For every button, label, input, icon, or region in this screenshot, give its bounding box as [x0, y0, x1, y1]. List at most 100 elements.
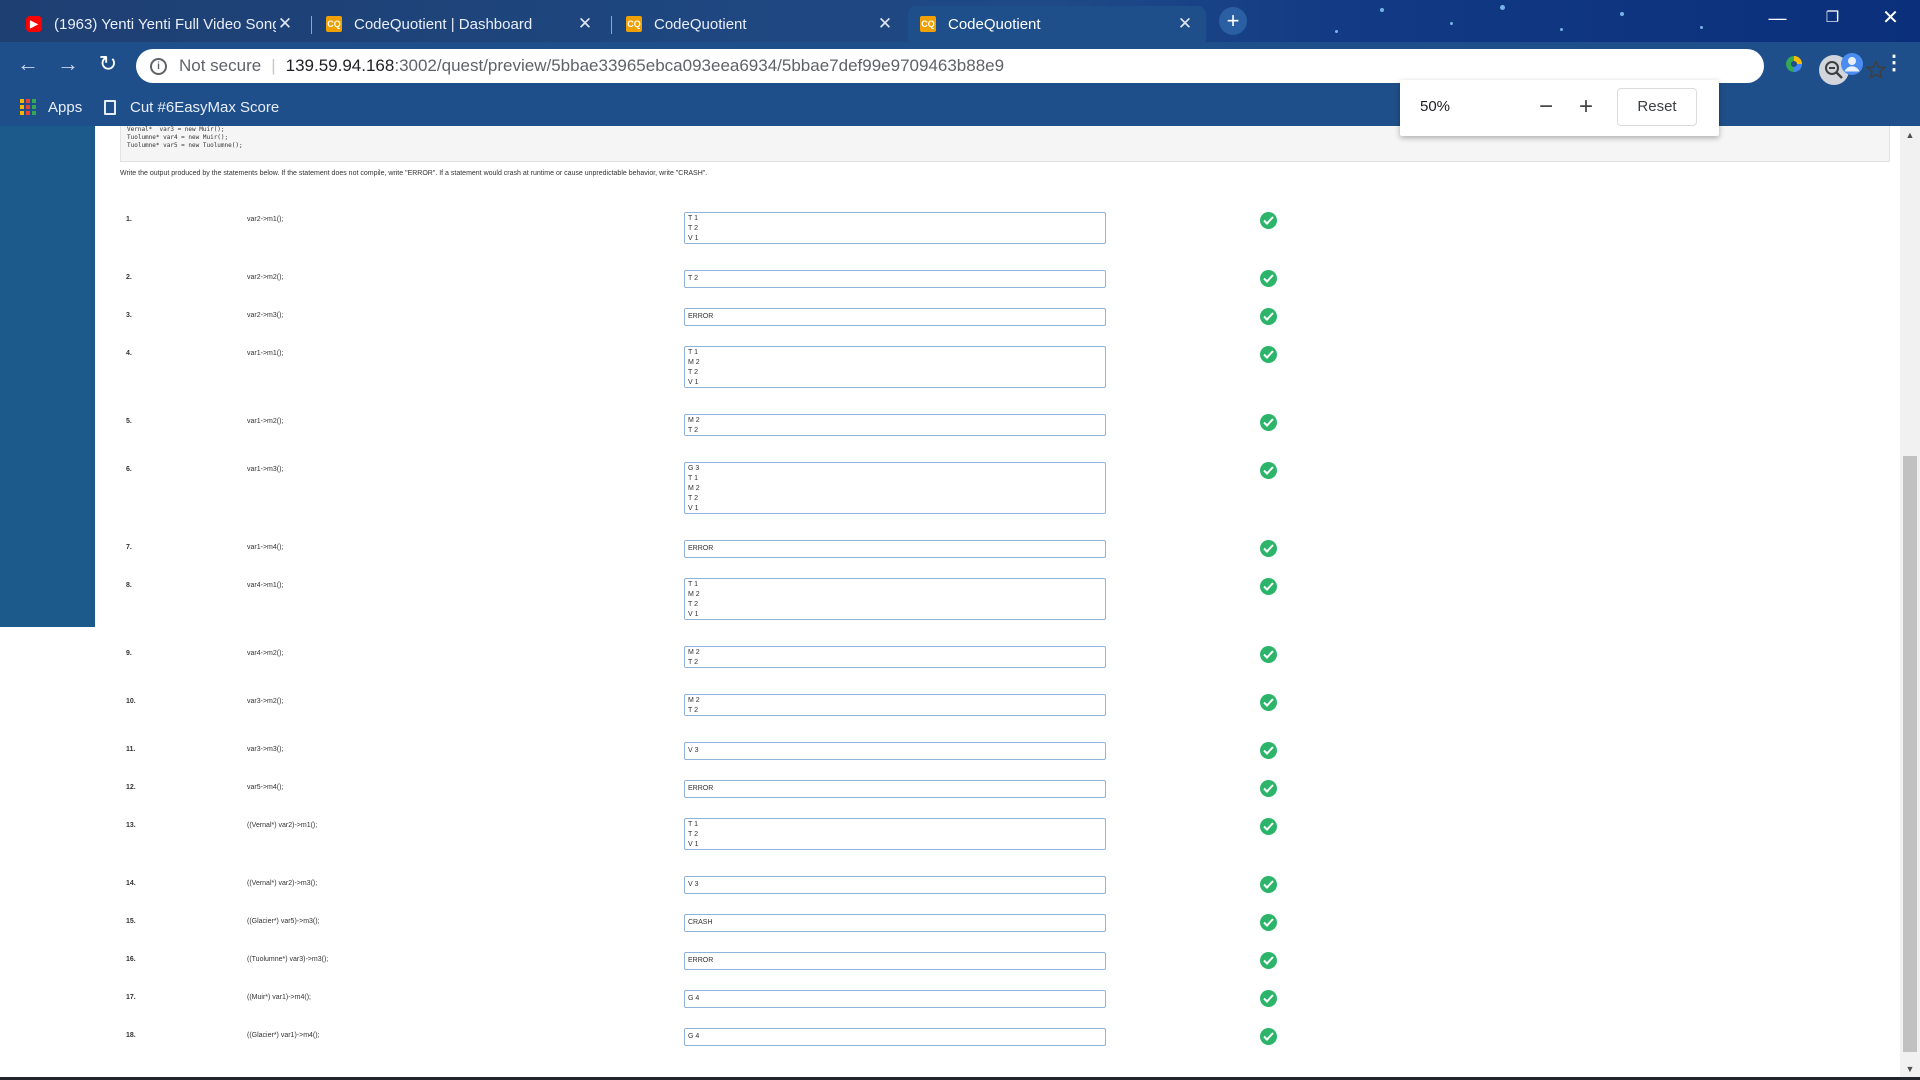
scroll-up-arrow-icon[interactable]: ▲: [1904, 130, 1916, 140]
question-number: 9.: [126, 650, 132, 657]
question-number: 17.: [126, 994, 136, 1001]
answer-input[interactable]: CRASH: [684, 914, 1106, 932]
correct-check-icon: [1260, 462, 1277, 479]
scroll-down-arrow-icon[interactable]: ▼: [1904, 1064, 1916, 1074]
page-sidebar: [0, 126, 95, 627]
tab-codequotient-active[interactable]: CQ CodeQuotient ✕: [908, 6, 1206, 42]
question-statement: var4->m1();: [247, 582, 284, 589]
forward-arrow-icon[interactable]: →: [54, 51, 82, 79]
question-statement: var3->m3();: [247, 746, 284, 753]
question-statement: ((Muir*) var1)->m4();: [247, 994, 311, 1001]
background-sparkle: [1560, 28, 1563, 31]
answer-input[interactable]: ERROR: [684, 540, 1106, 558]
question-number: 14.: [126, 880, 136, 887]
page-scrollbar[interactable]: ▲ ▼: [1900, 126, 1920, 1080]
question-number: 4.: [126, 350, 132, 357]
correct-check-icon: [1260, 780, 1277, 797]
new-tab-button[interactable]: +: [1219, 7, 1247, 35]
question-statement: var2->m3();: [247, 312, 284, 319]
close-icon[interactable]: ✕: [876, 14, 894, 34]
tab-codequotient-dashboard[interactable]: CQ CodeQuotient | Dashboard ✕: [314, 6, 606, 42]
answer-input[interactable]: ERROR: [684, 780, 1106, 798]
answer-input[interactable]: V 3: [684, 742, 1106, 760]
tab-youtube[interactable]: ▶ (1963) Yenti Yenti Full Video Song ✕: [14, 6, 306, 42]
zoom-in-button[interactable]: +: [1570, 92, 1602, 124]
answer-input[interactable]: M 2 T 2: [684, 646, 1106, 668]
address-bar[interactable]: i Not secure | 139.59.94.168 :3002/quest…: [136, 49, 1886, 85]
answer-input[interactable]: T 1 T 2 V 1: [684, 818, 1106, 850]
close-icon[interactable]: ✕: [1176, 14, 1194, 34]
question-statement: var5->m4();: [247, 784, 284, 791]
question-statement: var4->m2();: [247, 650, 284, 657]
answer-input[interactable]: M 2 T 2: [684, 414, 1106, 436]
tab-title: CodeQuotient: [654, 15, 747, 33]
question-statement: ((Tuolumne*) var3)->m3();: [247, 956, 329, 963]
correct-check-icon: [1260, 270, 1277, 287]
youtube-icon: ▶: [26, 16, 42, 32]
close-icon[interactable]: ✕: [276, 14, 294, 34]
question-instructions: Write the output produced by the stateme…: [120, 170, 708, 177]
bookmark-label: Cut #6EasyMax Score: [130, 98, 280, 116]
correct-check-icon: [1260, 914, 1277, 931]
zoom-reset-button[interactable]: Reset: [1617, 88, 1697, 126]
profile-avatar-icon[interactable]: [1838, 50, 1866, 78]
question-number: 16.: [126, 956, 136, 963]
answer-input[interactable]: ERROR: [684, 952, 1106, 970]
question-statement: ((Glacier*) var5)->m3();: [247, 918, 320, 925]
back-arrow-icon[interactable]: ←: [14, 51, 42, 79]
background-sparkle: [1700, 26, 1703, 29]
close-icon[interactable]: ✕: [576, 14, 594, 34]
close-window-icon[interactable]: ✕: [1863, 0, 1918, 38]
answer-input[interactable]: T 2: [684, 270, 1106, 288]
correct-check-icon: [1260, 818, 1277, 835]
menu-kebab-icon[interactable]: ⋮: [1880, 50, 1908, 78]
url-host: 139.59.94.168: [285, 56, 395, 75]
bookmark-cut-6easymax[interactable]: Cut #6EasyMax Score: [104, 88, 279, 126]
codequotient-icon: CQ: [626, 16, 642, 32]
zoom-out-button[interactable]: −: [1530, 92, 1562, 124]
question-number: 3.: [126, 312, 132, 319]
correct-check-icon: [1260, 742, 1277, 759]
answer-input[interactable]: T 1 T 2 V 1: [684, 212, 1106, 244]
codequotient-icon: CQ: [920, 16, 936, 32]
question-statement: ((Glacier*) var1)->m4();: [247, 1032, 320, 1039]
answer-input[interactable]: T 1 M 2 T 2 V 1: [684, 578, 1106, 620]
scrollbar-thumb[interactable]: [1903, 456, 1917, 1052]
bookmark-apps[interactable]: Apps: [20, 88, 82, 126]
restore-icon[interactable]: ❐: [1805, 0, 1860, 38]
answer-input[interactable]: V 3: [684, 876, 1106, 894]
answer-input[interactable]: ERROR: [684, 308, 1106, 326]
info-icon[interactable]: i: [150, 57, 167, 75]
tab-title: CodeQuotient: [948, 15, 1041, 33]
question-number: 10.: [126, 698, 136, 705]
correct-check-icon: [1260, 308, 1277, 325]
question-statement: var3->m2();: [247, 698, 284, 705]
question-number: 7.: [126, 544, 132, 551]
question-statement: var2->m2();: [247, 274, 284, 281]
question-statement: ((Vernal*) var2)->m3();: [247, 880, 318, 887]
code-line: Tuolumne* var5 = new Tuolumne();: [127, 142, 243, 149]
question-statement: var1->m4();: [247, 544, 284, 551]
question-number: 8.: [126, 582, 132, 589]
minimize-icon[interactable]: —: [1750, 0, 1805, 38]
question-statement: var1->m2();: [247, 418, 284, 425]
extension-icon[interactable]: [1780, 50, 1808, 78]
answer-input[interactable]: G 4: [684, 1028, 1106, 1046]
correct-check-icon: [1260, 346, 1277, 363]
answer-input[interactable]: T 1 M 2 T 2 V 1: [684, 346, 1106, 388]
url-path: :3002/quest/preview/5bbae33965ebca093eea…: [394, 56, 1005, 75]
question-number: 15.: [126, 918, 136, 925]
correct-check-icon: [1260, 876, 1277, 893]
correct-check-icon: [1260, 952, 1277, 969]
answer-input[interactable]: G 3 T 1 M 2 T 2 V 1: [684, 462, 1106, 514]
zoom-level: 50%: [1420, 98, 1451, 115]
reload-icon[interactable]: ↻: [94, 51, 122, 79]
tab-codequotient[interactable]: CQ CodeQuotient ✕: [614, 6, 906, 42]
correct-check-icon: [1260, 1028, 1277, 1045]
zoom-popup: 50% − + Reset: [1400, 80, 1719, 136]
tab-divider: [611, 16, 612, 34]
security-label: Not secure: [179, 56, 262, 75]
answer-input[interactable]: G 4: [684, 990, 1106, 1008]
correct-check-icon: [1260, 540, 1277, 557]
answer-input[interactable]: M 2 T 2: [684, 694, 1106, 716]
